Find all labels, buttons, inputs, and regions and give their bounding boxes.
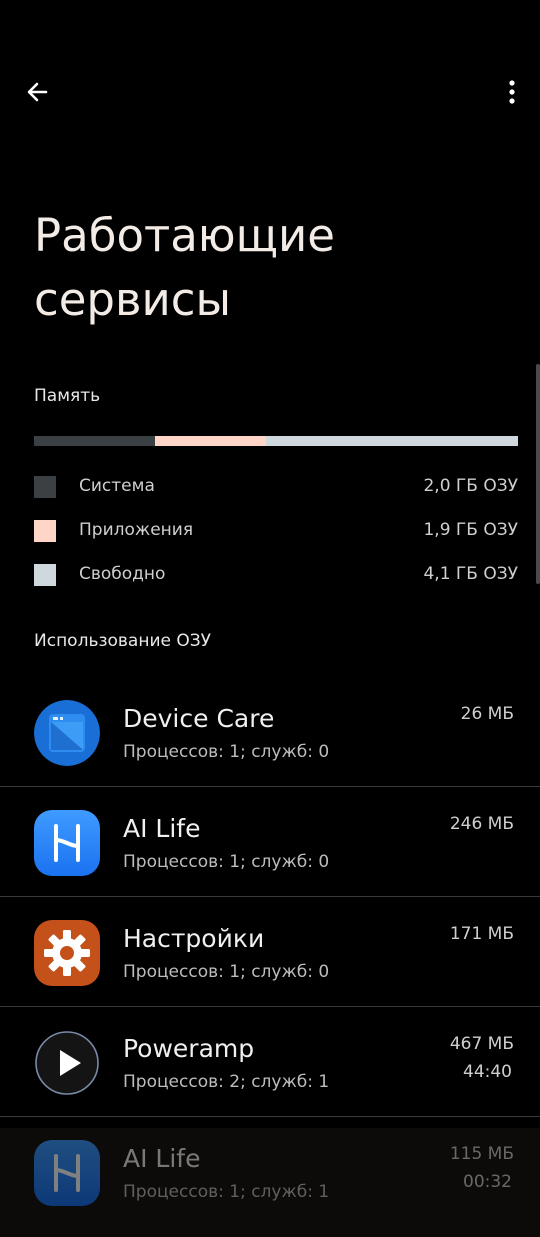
more-options-button[interactable] <box>500 74 524 110</box>
legend-value: 2,0 ГБ ОЗУ <box>423 476 518 496</box>
legend-value: 1,9 ГБ ОЗУ <box>423 520 518 540</box>
app-row-device-care[interactable]: Device Care Процессов: 1; служб: 0 26 МБ <box>0 688 540 797</box>
top-app-bar <box>0 60 540 124</box>
app-memory: 171 МБ <box>449 924 514 944</box>
legend-label: Приложения <box>79 520 194 540</box>
app-memory: 26 МБ <box>460 704 514 724</box>
app-memory: 467 МБ <box>449 1034 514 1054</box>
legend-swatch-free <box>34 564 56 586</box>
app-row-poweramp[interactable]: Poweramp Процессов: 2; служб: 1 467 МБ 4… <box>0 1018 540 1127</box>
app-process-count: Процессов: 1; служб: 0 <box>123 742 330 762</box>
divider <box>0 1006 540 1007</box>
app-memory: 115 МБ <box>449 1144 514 1164</box>
memory-usage-bar <box>34 436 518 446</box>
page-title-line2: сервисы <box>34 273 232 326</box>
app-process-count: Процессов: 1; служб: 1 <box>123 1182 330 1202</box>
app-uptime: 44:40 <box>463 1062 512 1082</box>
legend-value: 4,1 ГБ ОЗУ <box>423 564 518 584</box>
divider <box>0 786 540 787</box>
legend-row-free: Свободно 4,1 ГБ ОЗУ <box>34 562 518 588</box>
legend-swatch-system <box>34 476 56 498</box>
device-care-icon <box>34 700 100 766</box>
app-name: Poweramp <box>123 1034 255 1063</box>
memory-section-label: Память <box>34 386 101 406</box>
memory-bar-apps <box>155 436 267 446</box>
app-row-settings[interactable]: Настройки Процессов: 1; служб: 0 171 МБ <box>0 908 540 1017</box>
scrollbar[interactable] <box>536 364 540 584</box>
app-uptime: 00:32 <box>463 1172 512 1192</box>
arrow-left-icon <box>27 82 48 102</box>
divider <box>0 1116 540 1117</box>
app-row-ai-life[interactable]: AI Life Процессов: 1; служб: 0 246 МБ <box>0 798 540 907</box>
play-icon <box>34 1030 100 1096</box>
ai-life-icon <box>34 1140 100 1206</box>
ram-usage-section-label: Использование ОЗУ <box>34 631 212 651</box>
app-row-ai-life-2[interactable]: AI Life Процессов: 1; служб: 1 115 МБ 00… <box>0 1128 540 1237</box>
memory-bar-system <box>34 436 155 446</box>
legend-row-apps: Приложения 1,9 ГБ ОЗУ <box>34 518 518 544</box>
app-process-count: Процессов: 1; служб: 0 <box>123 852 330 872</box>
divider <box>0 896 540 897</box>
back-button[interactable] <box>20 74 60 110</box>
ai-life-icon <box>34 810 100 876</box>
legend-row-system: Система 2,0 ГБ ОЗУ <box>34 474 518 500</box>
settings-gear-icon <box>34 920 100 986</box>
memory-bar-free <box>266 436 518 446</box>
app-process-count: Процессов: 2; служб: 1 <box>123 1072 330 1092</box>
page-title: Работающие сервисы <box>34 204 335 332</box>
more-vertical-icon <box>509 80 515 104</box>
legend-label: Система <box>79 476 155 496</box>
legend-label: Свободно <box>79 564 166 584</box>
legend-swatch-apps <box>34 520 56 542</box>
app-process-count: Процессов: 1; служб: 0 <box>123 962 330 982</box>
app-name: Настройки <box>123 924 265 953</box>
app-memory: 246 МБ <box>449 814 514 834</box>
page-title-line1: Работающие <box>34 209 335 262</box>
app-name: Device Care <box>123 704 275 733</box>
app-name: AI Life <box>123 814 201 843</box>
app-name: AI Life <box>123 1144 201 1173</box>
